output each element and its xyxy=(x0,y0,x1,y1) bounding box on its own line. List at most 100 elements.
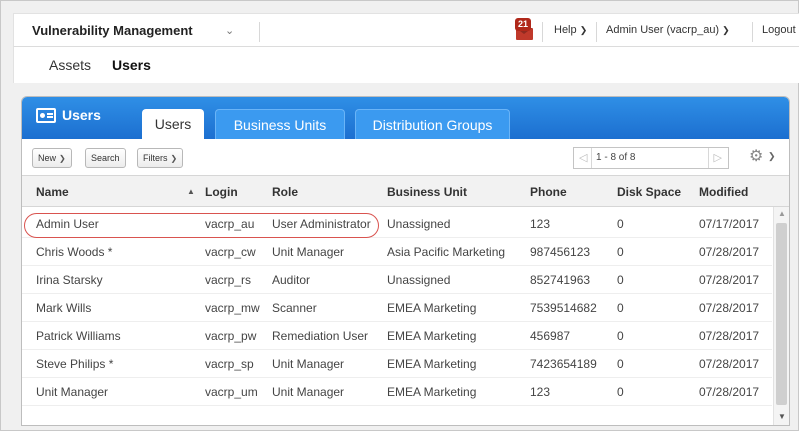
module-users[interactable]: Users xyxy=(112,57,151,73)
cell-business-unit: Asia Pacific Marketing xyxy=(387,245,506,259)
column-header-login[interactable]: Login xyxy=(205,185,238,199)
cell-disk-space: 0 xyxy=(617,301,624,315)
cell-name: Unit Manager xyxy=(36,385,109,399)
panel-title-label: Users xyxy=(62,107,101,123)
new-label: New xyxy=(38,153,57,163)
table-row[interactable]: Unit Manager vacrp_um Unit Manager EMEA Mar… xyxy=(22,378,772,406)
cell-business-unit: EMEA Marketing xyxy=(387,301,477,315)
cell-phone: 7423654189 xyxy=(530,357,597,371)
cell-disk-space: 0 xyxy=(617,329,624,343)
table-row[interactable]: Irina Starsky vacrp_rs Auditor Unassigned 85… xyxy=(22,266,772,294)
tab-users[interactable]: Users xyxy=(142,109,204,139)
help-menu[interactable]: Help ❯ xyxy=(554,24,587,36)
cell-role: Remediation User xyxy=(272,329,369,343)
cell-phone: 123 xyxy=(530,385,551,399)
tab-distribution-groups[interactable]: Distribution Groups xyxy=(355,109,510,139)
cell-modified: 07/28/2017 xyxy=(699,301,760,315)
cell-modified: 07/28/2017 xyxy=(699,357,760,371)
cell-disk-space: 0 xyxy=(617,217,624,231)
cell-modified: 07/28/2017 xyxy=(699,273,760,287)
scroll-up-icon[interactable]: ▲ xyxy=(778,209,786,218)
module-assets[interactable]: Assets xyxy=(49,57,91,73)
top-separator xyxy=(596,22,597,42)
cell-name: Steve Philips * xyxy=(36,357,114,371)
toolbar: New ❯ Search Filters ❯ ◁ 1 - 8 of 8 ▷ ⚙ ❯ xyxy=(22,139,789,175)
top-separator xyxy=(752,22,753,42)
notifications-button[interactable]: 21 xyxy=(514,18,534,42)
cell-phone: 987456123 xyxy=(530,245,591,259)
sort-ascending-icon: ▲ xyxy=(187,187,195,196)
top-separator xyxy=(259,22,260,42)
cell-disk-space: 0 xyxy=(617,357,624,371)
column-header-disk-space[interactable]: Disk Space xyxy=(617,185,681,199)
column-header-phone[interactable]: Phone xyxy=(530,185,567,199)
cell-role: Scanner xyxy=(272,301,317,315)
table-row[interactable]: Steve Philips * vacrp_sp Unit Manager EMEA … xyxy=(22,350,772,378)
cell-role: User Administrator xyxy=(272,217,371,231)
search-button[interactable]: Search xyxy=(85,148,126,168)
panel-title: Users xyxy=(36,107,101,123)
column-header-modified[interactable]: Modified xyxy=(699,185,748,199)
pager-separator xyxy=(708,148,709,168)
pager: ◁ 1 - 8 of 8 ▷ xyxy=(573,147,729,169)
pager-separator xyxy=(591,148,592,168)
chevron-down-icon[interactable]: ❯ xyxy=(768,151,776,162)
column-header-business-unit[interactable]: Business Unit xyxy=(387,185,467,199)
cell-login: vacrp_sp xyxy=(205,357,254,371)
user-menu[interactable]: Admin User (vacrp_au) ❯ xyxy=(606,24,730,36)
cell-name: Chris Woods * xyxy=(36,245,113,259)
filters-label: Filters xyxy=(143,153,168,163)
cell-name: Patrick Williams xyxy=(36,329,121,343)
table-row[interactable]: Mark Wills vacrp_mw Scanner EMEA Marketing 7… xyxy=(22,294,772,322)
next-page-icon[interactable]: ▷ xyxy=(714,151,722,164)
table-header: Name ▲ Login Role Business Unit Phone Di… xyxy=(22,175,789,207)
prev-page-icon[interactable]: ◁ xyxy=(579,151,587,164)
gear-icon[interactable]: ⚙ xyxy=(749,148,763,166)
cell-modified: 07/28/2017 xyxy=(699,385,760,399)
cell-role: Unit Manager xyxy=(272,385,345,399)
help-label: Help xyxy=(554,24,577,36)
cell-disk-space: 0 xyxy=(617,385,624,399)
cell-login: vacrp_rs xyxy=(205,273,252,287)
chevron-down-icon: ❯ xyxy=(722,25,730,35)
app-title: Vulnerability Management xyxy=(32,23,193,38)
cell-login: vacrp_mw xyxy=(205,301,260,315)
cell-business-unit: EMEA Marketing xyxy=(387,329,477,343)
app-switcher-chevron-icon[interactable]: ⌄ xyxy=(225,24,234,37)
table-row[interactable]: Patrick Williams vacrp_pw Remediation User… xyxy=(22,322,772,350)
cell-login: vacrp_cw xyxy=(205,245,256,259)
cell-phone: 7539514682 xyxy=(530,301,597,315)
cell-name: Admin User xyxy=(36,217,99,231)
scroll-down-icon[interactable]: ▼ xyxy=(778,412,786,421)
logout-link[interactable]: Logout xyxy=(762,24,796,36)
chevron-down-icon: ❯ xyxy=(170,154,178,163)
new-button[interactable]: New ❯ xyxy=(32,148,72,168)
cell-role: Unit Manager xyxy=(272,357,345,371)
cell-disk-space: 0 xyxy=(617,273,624,287)
vertical-scrollbar[interactable]: ▲ ▼ xyxy=(773,207,789,425)
column-header-role[interactable]: Role xyxy=(272,185,298,199)
cell-name: Irina Starsky xyxy=(36,273,103,287)
column-header-name[interactable]: Name xyxy=(36,185,69,199)
cell-login: vacrp_pw xyxy=(205,329,257,343)
table-body: Admin User vacrp_au User Administrator Unas… xyxy=(22,207,772,425)
cell-business-unit: Unassigned xyxy=(387,217,451,231)
cell-phone: 852741963 xyxy=(530,273,591,287)
cell-role: Auditor xyxy=(272,273,311,287)
cell-business-unit: Unassigned xyxy=(387,273,451,287)
top-separator xyxy=(542,22,543,42)
chevron-down-icon: ❯ xyxy=(579,25,588,35)
cell-name: Mark Wills xyxy=(36,301,92,315)
filters-button[interactable]: Filters ❯ xyxy=(137,148,184,168)
panel-header: Users Users Business Units Distribution … xyxy=(22,97,789,139)
users-panel: Users Users Business Units Distribution … xyxy=(21,96,790,426)
cell-modified: 07/17/2017 xyxy=(699,217,760,231)
table-row[interactable]: Chris Woods * vacrp_cw Unit Manager Asia Pa… xyxy=(22,238,772,266)
cell-login: vacrp_au xyxy=(205,217,255,231)
tab-business-units[interactable]: Business Units xyxy=(215,109,345,139)
scrollbar-thumb[interactable] xyxy=(776,223,787,405)
cell-phone: 123 xyxy=(530,217,551,231)
table-row[interactable]: Admin User vacrp_au User Administrator Unas… xyxy=(22,210,772,238)
cell-business-unit: EMEA Marketing xyxy=(387,357,477,371)
cell-disk-space: 0 xyxy=(617,245,624,259)
